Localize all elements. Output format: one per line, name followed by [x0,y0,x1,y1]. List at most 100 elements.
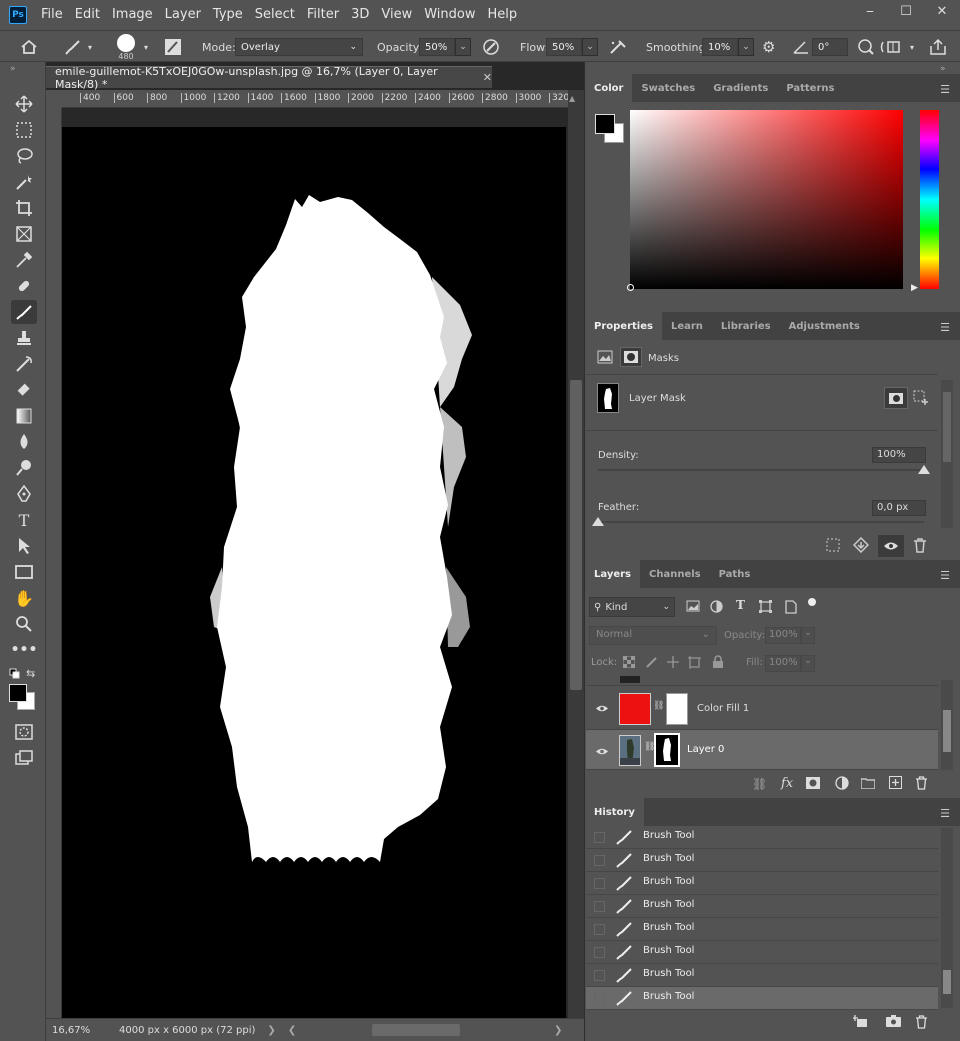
history-state-row[interactable]: Brush Tool [586,941,938,964]
layer-name[interactable]: Layer 0 [687,744,724,755]
mask-mode-icon[interactable] [620,347,642,367]
layers-scrollbar[interactable] [941,680,953,770]
brush-size-dropdown-icon[interactable]: ▾ [144,31,148,63]
share-icon[interactable] [929,31,947,63]
flow-dropdown[interactable]: ⌄ [582,38,598,56]
new-adjustment-icon[interactable] [835,776,849,793]
color-panel-fg-swatch[interactable] [595,114,615,134]
tab-layers[interactable]: Layers [585,560,640,588]
menu-view[interactable]: View [375,0,418,30]
new-layer-icon[interactable] [889,776,902,792]
toggle-mask-visibility-icon[interactable] [878,535,904,557]
healing-brush-tool-icon[interactable] [11,274,37,298]
eraser-tool-icon[interactable] [11,378,37,402]
home-icon[interactable] [20,31,38,63]
type-tool-icon[interactable]: T [11,508,37,532]
dodge-tool-icon[interactable] [11,456,37,480]
load-selection-icon[interactable] [826,538,840,555]
tab-history[interactable]: History [585,798,644,826]
blur-tool-icon[interactable] [11,430,37,454]
status-expand-icon[interactable]: ❯ [267,1025,275,1036]
layer-filter-select[interactable]: ⚲ Kind ⌄ [589,597,675,617]
add-vector-mask-icon[interactable] [913,390,929,409]
link-layers-icon[interactable]: ⛓ [752,777,767,791]
new-group-icon[interactable] [860,777,876,792]
history-state-row[interactable]: Brush Tool [586,918,938,941]
smoothing-field[interactable]: 10% [702,38,738,56]
blend-mode-select[interactable]: Normal ⌄ [589,626,717,645]
add-mask-icon[interactable] [806,777,820,792]
symmetry-icon[interactable] [879,31,905,63]
tab-color[interactable]: Color [585,74,633,102]
menu-select[interactable]: Select [249,0,301,30]
hue-slider[interactable] [920,110,939,289]
swap-colors-icon[interactable]: ⇆ [26,667,35,680]
lock-artboard-icon[interactable] [688,656,701,672]
rectangle-tool-icon[interactable] [11,560,37,584]
pressure-size-icon[interactable] [857,31,875,63]
fx-icon[interactable]: fx [781,776,793,791]
opacity-field[interactable]: 50% [419,38,455,56]
history-state-row[interactable]: Brush Tool [586,895,938,918]
fill-field[interactable]: 100% [765,655,801,672]
menu-window[interactable]: Window [418,0,481,30]
quick-selection-tool-icon[interactable] [11,170,37,194]
brush-settings-icon[interactable] [164,31,182,63]
gear-icon[interactable]: ⚙ [762,31,775,63]
close-window-icon[interactable]: ✕ [924,0,960,22]
symmetry-dropdown-icon[interactable]: ▾ [910,31,914,63]
scroll-up-icon[interactable]: ▲ [569,94,575,103]
eyedropper-tool-icon[interactable] [11,248,37,272]
filter-adjustment-icon[interactable] [710,600,723,616]
tab-learn[interactable]: Learn [662,312,712,340]
horizontal-scroll-thumb[interactable] [372,1024,460,1036]
layer-mask-canvas[interactable] [62,127,566,1018]
frame-tool-icon[interactable] [11,222,37,246]
tab-patterns[interactable]: Patterns [777,74,843,102]
mode-select[interactable]: Overlay ⌄ [235,38,363,56]
history-state-row[interactable]: Brush Tool [586,872,938,895]
tab-properties[interactable]: Properties [585,312,662,340]
pen-tool-icon[interactable] [11,482,37,506]
airbrush-icon[interactable] [608,31,628,63]
collapse-right-icon[interactable]: » [940,64,946,74]
menu-filter[interactable]: Filter [301,0,345,30]
density-slider-track[interactable] [598,469,924,471]
close-tab-icon[interactable]: ✕ [483,71,492,84]
delete-mask-icon[interactable] [913,538,927,556]
menu-help[interactable]: Help [482,0,524,30]
history-checkbox[interactable] [594,993,605,1004]
lock-position-icon[interactable] [666,655,680,672]
history-scrollbar[interactable] [941,828,953,1008]
vertical-ruler[interactable] [46,108,62,1018]
document-tab[interactable]: emile-guillemot-K5TxOEJ0GOw-unsplash.jpg… [46,65,492,91]
history-checkbox[interactable] [594,970,605,981]
vertical-scrollbar[interactable]: ▲ [568,90,584,1018]
history-menu-icon[interactable]: ☰ [940,807,950,820]
maximize-icon[interactable]: ☐ [888,0,924,22]
scroll-left-icon[interactable]: ❮ [288,1025,296,1036]
scroll-right-icon[interactable]: ❯ [554,1025,562,1036]
foreground-color-swatch[interactable] [9,684,27,702]
color-fill-thumbnail[interactable] [619,693,651,725]
select-mask-icon[interactable] [884,387,908,409]
layer-name[interactable]: Color Fill 1 [697,703,749,714]
history-state-row[interactable]: Brush Tool [586,964,938,987]
lock-pixels-icon[interactable] [645,655,659,672]
color-field[interactable] [630,110,903,289]
filter-toggle-icon[interactable] [808,598,816,606]
pressure-opacity-icon[interactable] [482,31,500,63]
history-checkbox[interactable] [594,924,605,935]
color-panel-menu-icon[interactable]: ☰ [940,83,950,96]
history-checkbox[interactable] [594,901,605,912]
zoom-tool-icon[interactable] [11,612,37,636]
layers-menu-icon[interactable]: ☰ [940,569,950,582]
pixel-layer-icon[interactable] [597,350,613,367]
tab-channels[interactable]: Channels [640,560,710,588]
more-tools-icon[interactable]: ••• [11,638,38,662]
document-info[interactable]: 4000 px x 6000 px (72 ppi) [119,1025,255,1036]
menu-image[interactable]: Image [106,0,159,30]
hue-slider-handle[interactable]: ▶ [911,283,918,293]
visibility-eye-icon[interactable] [595,702,609,716]
density-field[interactable]: 100% [872,447,926,463]
